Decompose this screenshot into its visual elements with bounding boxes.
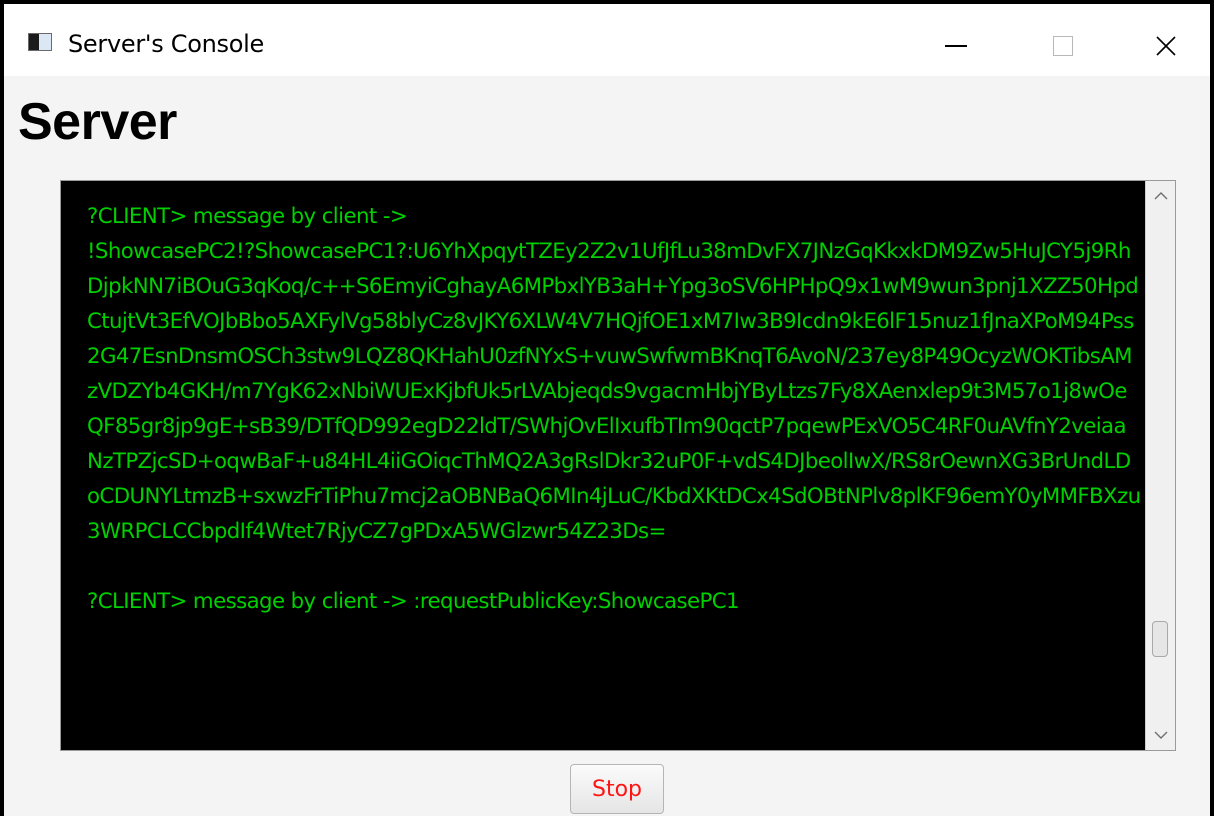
console-line: ?CLIENT> message by client -> :requestPu… — [87, 589, 740, 614]
chevron-up-icon — [1154, 192, 1167, 200]
close-button[interactable] — [1146, 28, 1186, 64]
server-console-window: Server's Console Server ?CLIENT> message… — [0, 0, 1214, 816]
scroll-up-button[interactable] — [1146, 181, 1175, 211]
console-line: !ShowcasePC2!?ShowcasePC1?:U6YhXpqytTZEy… — [87, 239, 1141, 544]
console-line: ?CLIENT> message by client -> — [87, 204, 408, 229]
app-icon — [28, 33, 52, 51]
window-title: Server's Console — [68, 30, 264, 58]
stop-button[interactable]: Stop — [570, 764, 664, 814]
chevron-down-icon — [1154, 731, 1167, 739]
minimize-button[interactable] — [936, 28, 976, 64]
scroll-down-button[interactable] — [1146, 720, 1175, 750]
title-bar[interactable]: Server's Console — [4, 4, 1210, 76]
maximize-icon — [1053, 36, 1073, 56]
minimize-icon — [945, 45, 967, 47]
page-title: Server — [18, 93, 177, 151]
scrollbar-thumb[interactable] — [1152, 621, 1168, 657]
vertical-scrollbar[interactable] — [1145, 181, 1175, 750]
close-icon — [1156, 36, 1176, 56]
console-output[interactable]: ?CLIENT> message by client -> !ShowcaseP… — [60, 180, 1176, 751]
console-text: ?CLIENT> message by client -> !ShowcaseP… — [87, 199, 1141, 729]
maximize-button[interactable] — [1043, 28, 1083, 64]
